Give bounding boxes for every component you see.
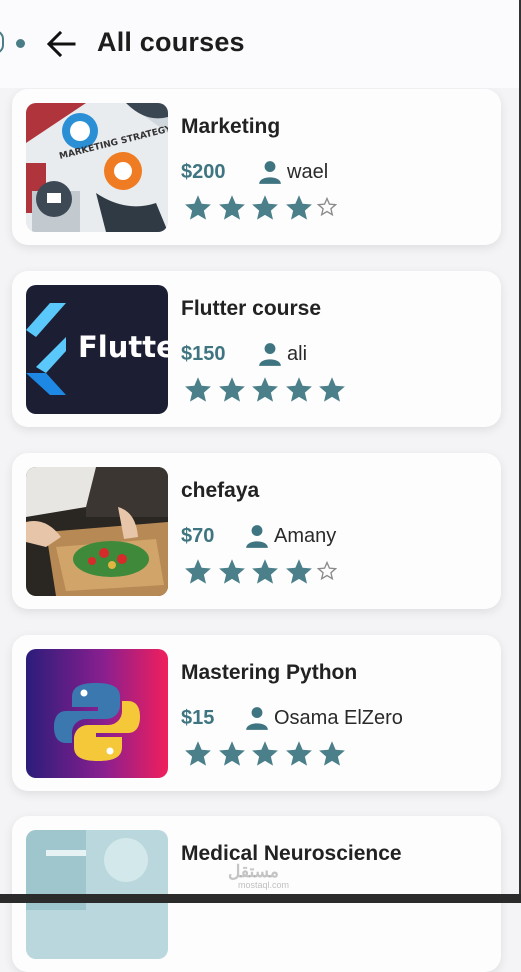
course-price: $15	[181, 707, 215, 729]
author-name: ali	[287, 342, 308, 365]
back-button[interactable]	[44, 28, 78, 60]
course-author: Osama ElZero	[244, 705, 403, 731]
course-thumbnail: MARKETING STRATEGY	[26, 103, 168, 232]
star-filled-icon	[252, 741, 278, 766]
course-list[interactable]: MARKETING STRATEGY Marketing $200 wael F…	[0, 0, 521, 972]
course-author: ali	[257, 341, 307, 367]
star-filled-icon	[285, 741, 312, 766]
app-bar: All courses	[0, 0, 521, 88]
star-filled-icon	[185, 559, 211, 584]
star-filled-icon	[218, 559, 245, 584]
page-title: All courses	[97, 27, 245, 57]
star-outline-icon	[317, 197, 337, 217]
course-card-marketing[interactable]: MARKETING STRATEGY Marketing $200 wael	[12, 89, 501, 245]
person-icon	[259, 161, 281, 184]
star-filled-icon	[252, 195, 278, 220]
course-card-python[interactable]: Mastering Python $15 Osama ElZero	[12, 635, 501, 791]
course-author: wael	[257, 159, 328, 185]
star-filled-icon	[285, 195, 312, 220]
person-icon	[259, 343, 281, 366]
author-name: Osama ElZero	[274, 706, 403, 729]
course-title: Marketing	[181, 115, 281, 138]
star-filled-icon	[319, 741, 345, 766]
watermark-domain: mostaql.com	[238, 880, 290, 890]
star-outline-icon	[317, 561, 337, 581]
bottom-edge	[0, 894, 521, 903]
arrow-left-icon	[46, 30, 76, 58]
rating-stars	[183, 193, 341, 223]
dot-icon	[16, 39, 25, 48]
watermark-text: مستقل	[228, 862, 279, 881]
course-price: $70	[181, 525, 215, 547]
person-icon	[246, 525, 268, 548]
star-filled-icon	[218, 741, 245, 766]
star-filled-icon	[185, 377, 211, 402]
course-thumbnail	[26, 467, 168, 596]
person-icon	[246, 707, 268, 730]
star-filled-icon	[218, 377, 245, 402]
course-price: $200	[181, 161, 226, 183]
course-title: Mastering Python	[181, 661, 358, 684]
star-filled-icon	[252, 377, 278, 402]
star-filled-icon	[185, 741, 211, 766]
star-filled-icon	[285, 377, 312, 402]
course-card-chefaya[interactable]: chefaya $70 Amany	[12, 453, 501, 609]
star-filled-icon	[252, 559, 278, 584]
author-name: Amany	[274, 524, 337, 547]
rating-stars	[183, 557, 341, 587]
star-filled-icon	[218, 195, 245, 220]
partial-circle-icon	[0, 30, 4, 54]
course-card-flutter[interactable]: Flutter Flutter course $150 ali	[12, 271, 501, 427]
author-name: wael	[287, 160, 329, 183]
thumb-label: Flutter	[78, 330, 168, 364]
star-filled-icon	[285, 559, 312, 584]
rating-stars	[183, 739, 351, 769]
course-title: Flutter course	[181, 297, 322, 320]
rating-stars	[183, 375, 351, 405]
course-thumbnail	[26, 649, 168, 778]
course-thumbnail: Flutter	[26, 285, 168, 414]
course-title: Medical Neuroscience	[181, 842, 402, 865]
course-price: $150	[181, 343, 226, 365]
star-filled-icon	[185, 195, 211, 220]
course-author: Amany	[244, 523, 336, 549]
course-title: chefaya	[181, 479, 260, 502]
star-filled-icon	[319, 377, 345, 402]
